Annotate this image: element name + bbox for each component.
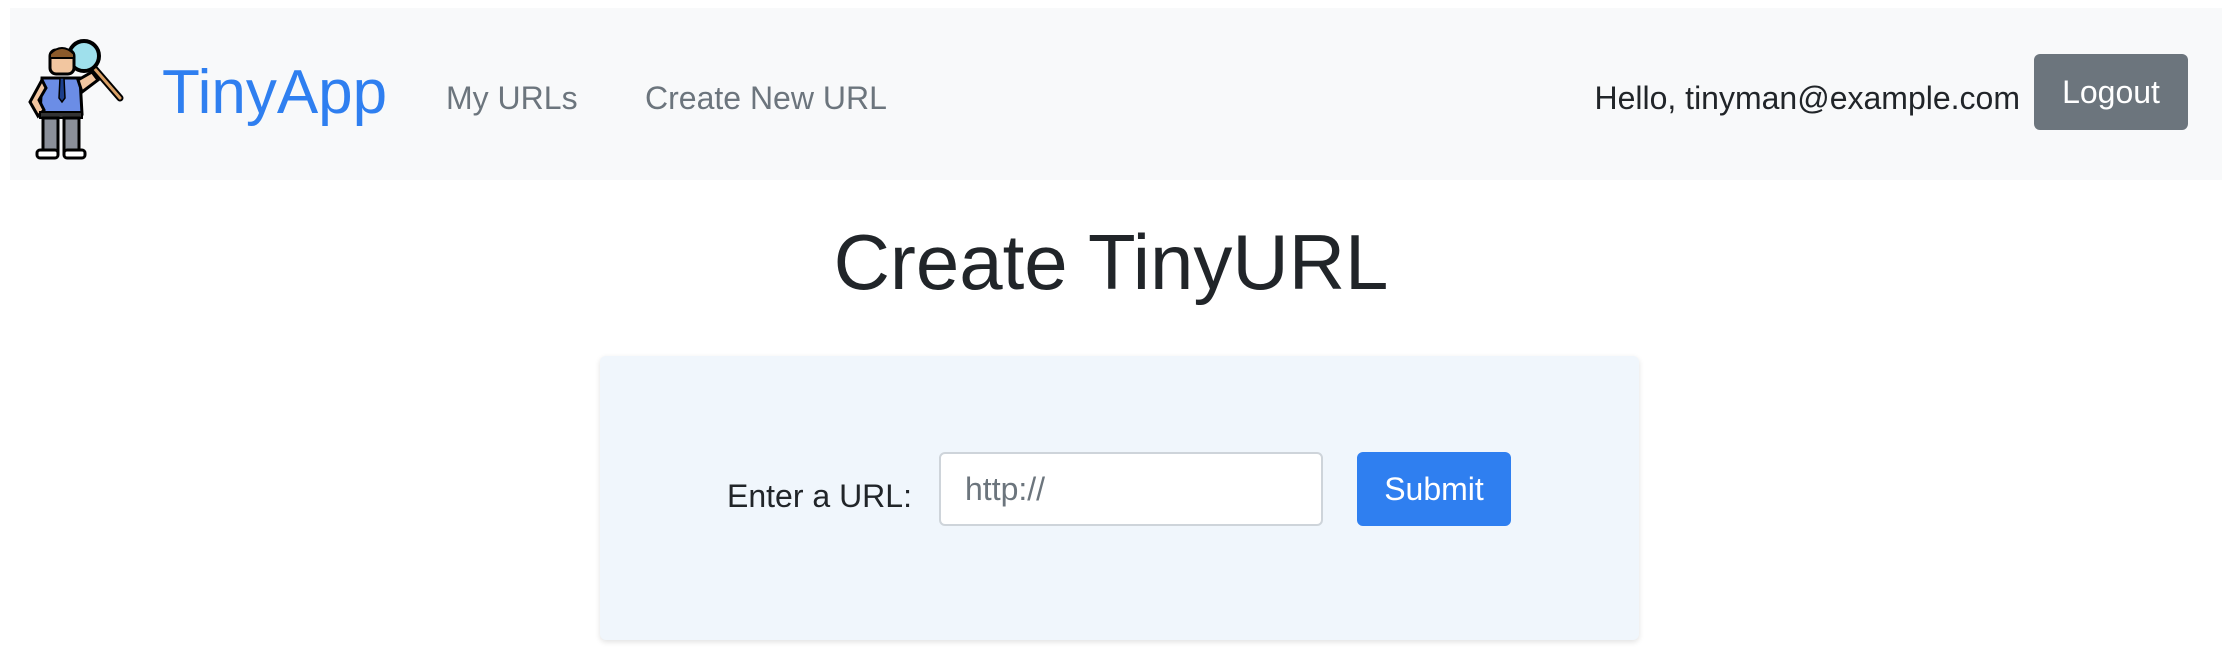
nav-link-my-urls[interactable]: My URLs	[446, 68, 578, 128]
nav-link-create-new-url[interactable]: Create New URL	[645, 68, 887, 128]
create-url-form: Enter a URL: Submit	[600, 356, 1639, 640]
navbar: TinyApp My URLs Create New URL Hello, ti…	[10, 8, 2222, 180]
url-input[interactable]	[939, 452, 1323, 526]
submit-button[interactable]: Submit	[1357, 452, 1511, 526]
detective-magnifier-icon[interactable]	[22, 36, 134, 160]
brand-link[interactable]: TinyApp	[162, 48, 387, 138]
url-field-label: Enter a URL:	[727, 478, 912, 514]
user-greeting: Hello, tinyman@example.com	[1594, 80, 2020, 116]
page-title: Create TinyURL	[833, 218, 1389, 306]
logout-button[interactable]: Logout	[2034, 54, 2188, 130]
